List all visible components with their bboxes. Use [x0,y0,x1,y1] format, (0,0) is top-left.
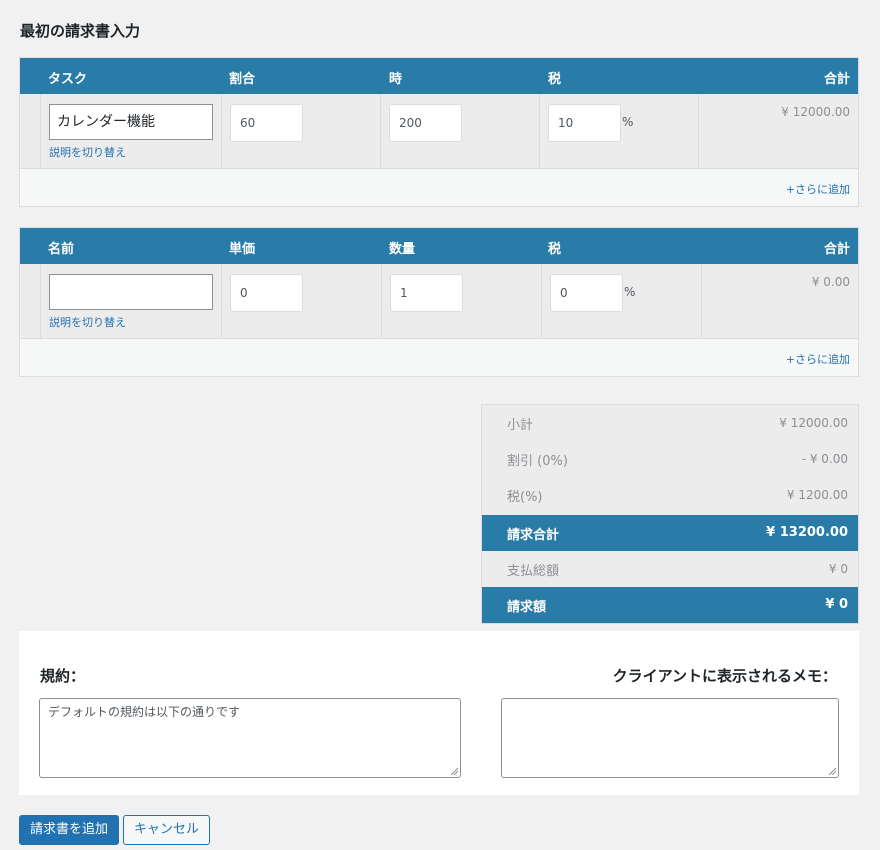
client-memo-textarea[interactable] [501,698,839,778]
cell-divider [381,264,382,339]
invoice-total-row: 請求合計 ¥ 13200.00 [482,515,858,551]
cell-divider [40,264,41,339]
header-total: 合計 [823,72,850,87]
page-title: 最初の請求書入力 [20,22,141,40]
table-row: カレンダー機能 説明を切り替え 60 200 10 % ¥ 12000.00 [20,94,858,169]
items-table: 名前 単価 数量 税 合計 説明を切り替え 0 1 0 % ¥ 0.00 +さら… [19,227,859,377]
discount-label: 割引 (0%) [507,454,568,469]
cell-divider [539,94,540,169]
table-row: 説明を切り替え 0 1 0 % ¥ 0.00 [20,264,858,339]
quantity-input[interactable]: 1 [390,274,463,312]
header-qty: 数量 [389,242,416,257]
terms-textarea[interactable]: デフォルトの規約は以下の通りです [39,698,461,778]
invoice-summary: 小計 ¥ 12000.00 割引 (0%) - ¥ 0.00 税(%) ¥ 12… [481,404,859,624]
client-memo-label: クライアントに表示されるメモ： [612,667,837,685]
resize-grip-icon[interactable] [450,767,458,775]
discount-value: - ¥ 0.00 [801,452,848,466]
paid-value: ¥ 0 [828,562,848,576]
invoice-total-label: 請求合計 [507,528,560,543]
invoice-total-value: ¥ 13200.00 [766,525,848,540]
header-task: タスク [48,72,88,87]
amount-due-value: ¥ 0 [825,597,848,612]
cell-divider [221,94,222,169]
paid-row: 支払総額 ¥ 0 [482,551,858,587]
task-name-input[interactable]: カレンダー機能 [49,104,213,140]
tax-input[interactable]: 0 [550,274,623,312]
header-rate: 割合 [229,72,256,87]
header-hours: 時 [389,72,403,87]
amount-due-row: 請求額 ¥ 0 [482,587,858,623]
cancel-button[interactable]: キャンセル [123,815,210,845]
row-total: ¥ 0.00 [811,275,850,289]
cell-divider [221,264,222,339]
discount-row: 割引 (0%) - ¥ 0.00 [482,441,858,477]
cell-divider [40,94,41,169]
item-name-input[interactable] [49,274,213,310]
rate-input[interactable]: 60 [230,104,303,142]
toggle-description-link[interactable]: 説明を切り替え [49,314,126,330]
header-total: 合計 [823,242,850,257]
add-invoice-button[interactable]: 請求書を追加 [19,815,119,845]
row-total: ¥ 12000.00 [781,105,850,119]
header-price: 単価 [229,242,256,257]
tasks-table-header: タスク 割合 時 税 合計 [20,58,858,94]
amount-due-label: 請求額 [507,600,547,615]
header-tax: 税 [548,72,562,87]
tax-value: ¥ 1200.00 [786,488,848,502]
add-more-link[interactable]: +さらに追加 [786,351,850,367]
terms-label: 規約： [40,667,86,685]
cell-divider [541,264,542,339]
terms-text: デフォルトの規約は以下の通りです [48,705,241,719]
percent-sign: % [622,115,634,129]
header-tax: 税 [548,242,562,257]
paid-label: 支払総額 [507,564,560,579]
subtotal-row: 小計 ¥ 12000.00 [482,405,858,441]
resize-grip-icon[interactable] [828,767,836,775]
cell-divider [380,94,381,169]
tax-row: 税(%) ¥ 1200.00 [482,477,858,513]
tax-label: 税(%) [507,490,543,505]
cell-divider [698,94,699,169]
subtotal-label: 小計 [507,418,534,433]
notes-panel: 規約： クライアントに表示されるメモ： デフォルトの規約は以下の通りです [19,631,859,795]
items-table-header: 名前 単価 数量 税 合計 [20,228,858,264]
cell-divider [701,264,702,339]
subtotal-value: ¥ 12000.00 [779,416,848,430]
tax-input[interactable]: 10 [548,104,621,142]
percent-sign: % [624,285,636,299]
tasks-table: タスク 割合 時 税 合計 カレンダー機能 説明を切り替え 60 200 10 … [19,57,859,207]
hours-input[interactable]: 200 [389,104,462,142]
header-name: 名前 [48,242,75,257]
toggle-description-link[interactable]: 説明を切り替え [49,144,126,160]
price-input[interactable]: 0 [230,274,303,312]
add-more-link[interactable]: +さらに追加 [786,181,850,197]
